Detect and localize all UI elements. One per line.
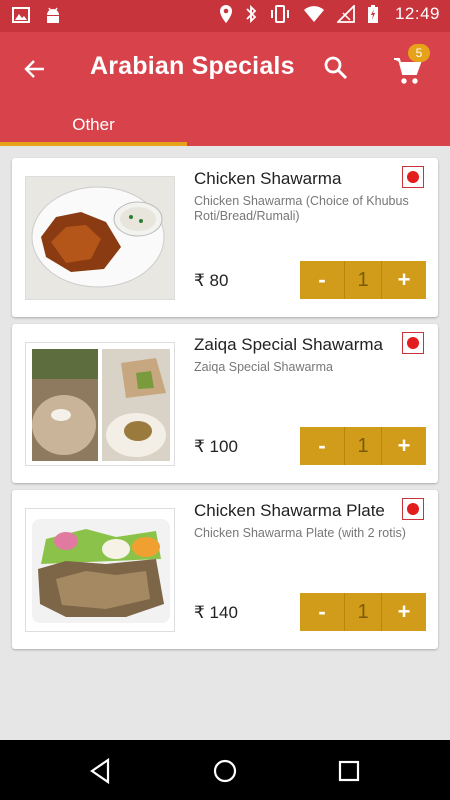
product-card[interactable]: Zaiqa Special Shawarma Zaiqa Special Sha…	[12, 324, 438, 483]
product-price: ₹ 80	[194, 271, 229, 290]
product-price: ₹ 140	[194, 603, 238, 622]
product-list: Chicken Shawarma Chicken Shawarma (Choic…	[12, 158, 438, 656]
quantity-stepper: - 1 +	[300, 593, 426, 631]
increment-button[interactable]: +	[382, 593, 426, 631]
product-image	[25, 176, 175, 300]
quantity-value: 1	[344, 261, 382, 299]
quantity-stepper: - 1 +	[300, 261, 426, 299]
square-recents-icon	[338, 760, 360, 782]
product-description: Chicken Shawarma (Choice of Khubus Roti/…	[194, 194, 409, 223]
gallery-icon	[12, 7, 30, 23]
nav-home-button[interactable]	[210, 756, 240, 786]
non-veg-indicator-icon	[402, 332, 424, 354]
product-image	[25, 342, 175, 466]
tab-other[interactable]: Other	[0, 112, 187, 146]
tab-indicator	[0, 142, 187, 146]
cart-count-badge: 5	[408, 44, 430, 62]
product-image	[25, 508, 175, 632]
nav-back-button[interactable]	[86, 756, 116, 786]
decrement-button[interactable]: -	[300, 427, 344, 465]
product-description: Zaiqa Special Shawarma	[194, 360, 333, 374]
app-bar: Arabian Specials 5 Other	[0, 32, 450, 146]
nav-recents-button[interactable]	[334, 756, 364, 786]
battery-icon	[367, 5, 378, 23]
android-icon	[47, 7, 59, 23]
product-description: Chicken Shawarma Plate (with 2 rotis)	[194, 526, 406, 540]
status-time: 12:49	[394, 4, 440, 23]
page-title: Arabian Specials	[90, 52, 295, 80]
product-name: Chicken Shawarma Plate	[194, 501, 385, 520]
product-price: ₹ 100	[194, 437, 238, 456]
bluetooth-icon	[246, 4, 257, 24]
status-bar: 12:49	[0, 0, 450, 32]
quantity-value: 1	[344, 427, 382, 465]
product-name: Chicken Shawarma	[194, 169, 342, 188]
non-veg-indicator-icon	[402, 166, 424, 188]
quantity-stepper: - 1 +	[300, 427, 426, 465]
signal-icon	[336, 5, 355, 23]
location-icon	[219, 5, 232, 23]
product-card[interactable]: Chicken Shawarma Chicken Shawarma (Choic…	[12, 158, 438, 317]
quantity-value: 1	[344, 593, 382, 631]
product-card[interactable]: Chicken Shawarma Plate Chicken Shawarma …	[12, 490, 438, 649]
increment-button[interactable]: +	[382, 261, 426, 299]
decrement-button[interactable]: -	[300, 593, 344, 631]
non-veg-indicator-icon	[402, 498, 424, 520]
decrement-button[interactable]: -	[300, 261, 344, 299]
increment-button[interactable]: +	[382, 427, 426, 465]
search-icon	[324, 56, 348, 80]
wifi-icon	[303, 6, 324, 22]
arrow-left-icon	[24, 60, 44, 78]
triangle-back-icon	[90, 757, 110, 785]
circle-home-icon	[213, 759, 237, 783]
system-navigation-bar	[0, 740, 450, 800]
product-name: Zaiqa Special Shawarma	[194, 335, 383, 354]
vibrate-icon	[270, 5, 289, 23]
search-button[interactable]	[318, 50, 354, 86]
cart-button[interactable]: 5	[388, 44, 432, 88]
tab-label: Other	[72, 115, 115, 134]
back-button[interactable]	[18, 52, 52, 86]
